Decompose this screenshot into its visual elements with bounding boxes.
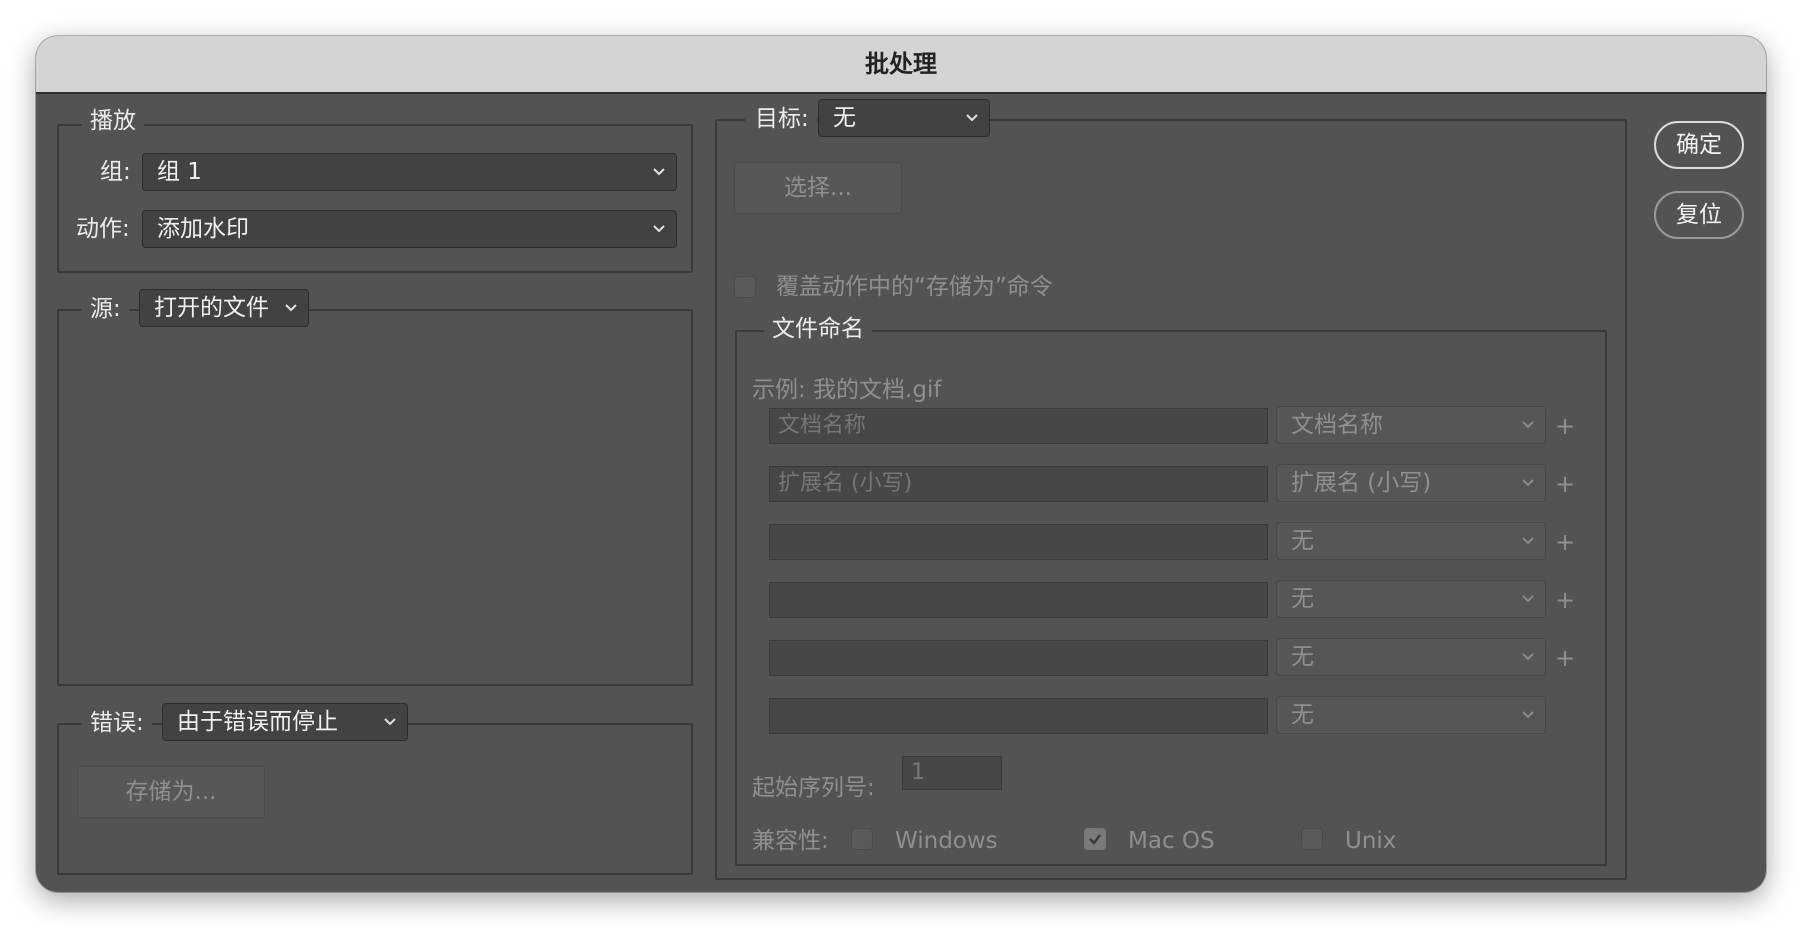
source-label: 源: xyxy=(82,294,129,324)
compat-windows-label: Windows xyxy=(895,828,998,854)
naming-add-button-5[interactable]: + xyxy=(1555,646,1575,670)
errors-save-as-button[interactable]: 存储为... xyxy=(77,766,265,818)
override-save-as-checkbox[interactable] xyxy=(734,276,756,298)
group-select-value: 组 1 xyxy=(157,159,202,185)
override-save-as-label: 覆盖动作中的“存储为”命令 xyxy=(776,274,1053,300)
naming-select-4-value: 无 xyxy=(1291,586,1314,612)
naming-field-2[interactable]: 扩展名 (小写) xyxy=(769,466,1268,502)
naming-select-3[interactable]: 无 xyxy=(1276,522,1546,560)
naming-field-6[interactable] xyxy=(769,698,1268,734)
play-group-title: 播放 xyxy=(82,106,144,136)
ok-button[interactable]: 确定 xyxy=(1654,121,1744,169)
naming-select-1-value: 文档名称 xyxy=(1291,412,1383,438)
checkmark-icon xyxy=(1089,834,1101,845)
source-select-value: 打开的文件 xyxy=(154,295,269,321)
naming-select-2-value: 扩展名 (小写) xyxy=(1291,470,1432,496)
naming-add-button-3[interactable]: + xyxy=(1555,530,1575,554)
play-group xyxy=(57,124,693,273)
source-select[interactable]: 打开的文件 xyxy=(139,289,309,327)
dialog-title: 批处理 xyxy=(36,36,1766,94)
naming-field-3[interactable] xyxy=(769,524,1268,560)
chevron-down-icon xyxy=(966,114,978,122)
naming-select-3-value: 无 xyxy=(1291,528,1314,554)
compat-unix-label: Unix xyxy=(1345,828,1397,854)
source-group xyxy=(57,309,693,686)
naming-select-6-value: 无 xyxy=(1291,702,1314,728)
naming-field-5[interactable] xyxy=(769,640,1268,676)
compat-unix-checkbox[interactable] xyxy=(1301,828,1323,850)
naming-select-5[interactable]: 无 xyxy=(1276,638,1546,676)
naming-add-button-1[interactable]: + xyxy=(1555,414,1575,438)
naming-select-5-value: 无 xyxy=(1291,644,1314,670)
destination-label: 目标: xyxy=(745,104,817,134)
chevron-down-icon xyxy=(1522,595,1534,603)
action-select-value: 添加水印 xyxy=(157,216,249,242)
naming-field-4[interactable] xyxy=(769,582,1268,618)
file-naming-example: 示例: 我的文档.gif xyxy=(752,377,942,403)
group-select[interactable]: 组 1 xyxy=(142,153,677,191)
chevron-down-icon xyxy=(1522,479,1534,487)
serial-label: 起始序列号: xyxy=(752,775,875,801)
action-label: 动作: xyxy=(76,216,130,242)
chevron-down-icon xyxy=(1522,537,1534,545)
errors-select-value: 由于错误而停止 xyxy=(177,709,338,735)
chevron-down-icon xyxy=(1522,653,1534,661)
naming-select-6[interactable]: 无 xyxy=(1276,696,1546,734)
compat-macos-label: Mac OS xyxy=(1128,828,1215,854)
compat-macos-checkbox[interactable] xyxy=(1084,828,1106,850)
chevron-down-icon xyxy=(384,718,396,726)
compat-label: 兼容性: xyxy=(752,828,829,854)
naming-field-1[interactable]: 文档名称 xyxy=(769,408,1268,444)
naming-add-button-4[interactable]: + xyxy=(1555,588,1575,612)
destination-select-value: 无 xyxy=(833,105,856,131)
file-naming-title: 文件命名 xyxy=(764,314,872,344)
choose-button[interactable]: 选择... xyxy=(734,162,902,214)
destination-select[interactable]: 无 xyxy=(818,99,990,137)
batch-dialog: 批处理 播放 组: 组 1 动作: 添加水印 源: 打开的文件 错误: 由于错误… xyxy=(36,36,1766,892)
action-select[interactable]: 添加水印 xyxy=(142,210,677,248)
chevron-down-icon xyxy=(1522,421,1534,429)
reset-button[interactable]: 复位 xyxy=(1654,191,1744,239)
naming-select-1[interactable]: 文档名称 xyxy=(1276,406,1546,444)
chevron-down-icon xyxy=(285,304,297,312)
errors-select[interactable]: 由于错误而停止 xyxy=(162,703,408,741)
errors-label: 错误: xyxy=(82,708,152,738)
serial-input[interactable]: 1 xyxy=(902,756,1002,790)
chevron-down-icon xyxy=(653,225,665,233)
group-label: 组: xyxy=(100,159,131,185)
chevron-down-icon xyxy=(653,168,665,176)
chevron-down-icon xyxy=(1522,711,1534,719)
naming-add-button-2[interactable]: + xyxy=(1555,472,1575,496)
naming-select-4[interactable]: 无 xyxy=(1276,580,1546,618)
naming-select-2[interactable]: 扩展名 (小写) xyxy=(1276,464,1546,502)
compat-windows-checkbox[interactable] xyxy=(851,828,873,850)
